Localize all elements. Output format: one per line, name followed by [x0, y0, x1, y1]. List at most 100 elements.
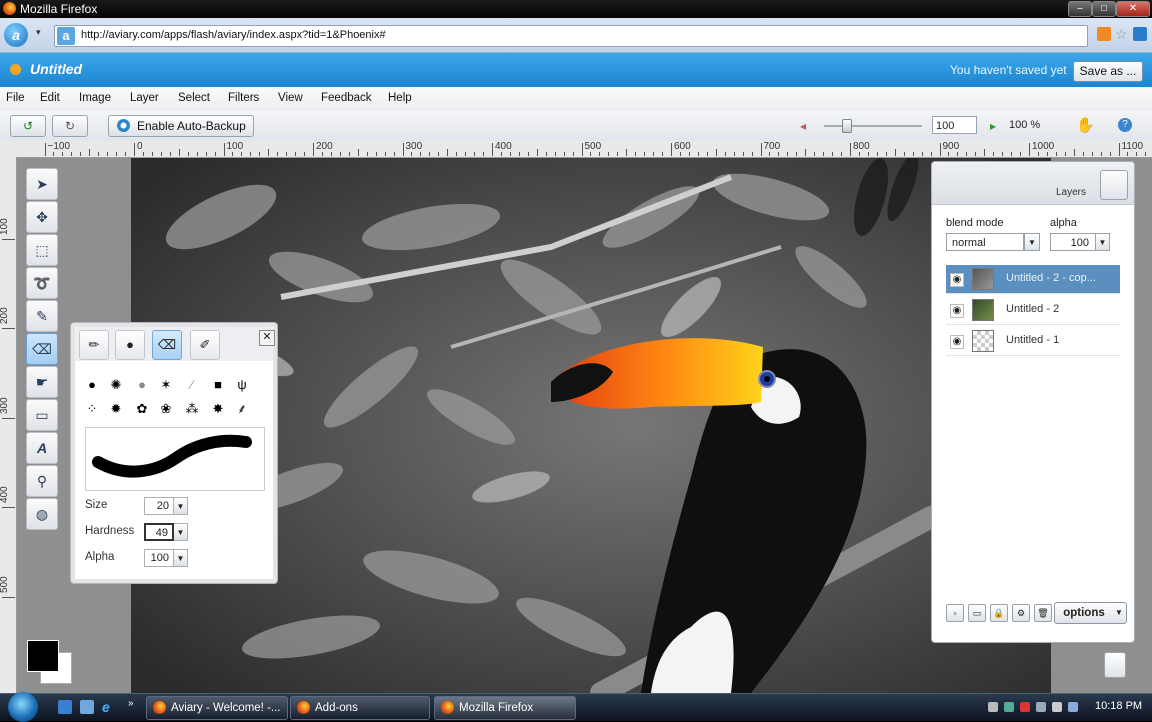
brush-shape-flower[interactable]: ✿	[133, 401, 151, 417]
brush-shape-soft[interactable]: ●	[133, 377, 151, 393]
back-icon[interactable]: a	[4, 23, 28, 47]
eye-icon[interactable]: ◉	[950, 304, 964, 318]
bookmark-star-icon[interactable]: ☆	[1115, 27, 1129, 41]
show-desktop-icon[interactable]	[58, 700, 72, 714]
text-tool[interactable]: A	[26, 432, 58, 464]
maximize-button[interactable]: □	[1092, 1, 1116, 17]
brush-tab-custom[interactable]: ✐	[190, 330, 220, 360]
eye-icon[interactable]: ◉	[950, 335, 964, 349]
brush-shape-ring[interactable]: ✹	[107, 401, 125, 417]
zoom-input[interactable]: 100	[932, 116, 977, 134]
undo-button[interactable]: ↺	[10, 115, 46, 137]
brush-panel-close-button[interactable]: ✕	[259, 330, 275, 346]
zoom-tool[interactable]: ⚲	[26, 465, 58, 497]
tray-network-icon[interactable]	[988, 702, 998, 712]
info-icon[interactable]	[1133, 27, 1147, 41]
move-tool[interactable]: ✥	[26, 201, 58, 233]
url-text[interactable]: http://aviary.com/apps/flash/aviary/inde…	[81, 29, 386, 41]
blend-mode-select[interactable]: normal	[946, 233, 1024, 251]
layer-alpha-dropdown[interactable]: ▼	[1096, 233, 1110, 251]
brush-shape-hard[interactable]: ●	[83, 377, 101, 393]
zoom-out-icon[interactable]: ◂	[800, 119, 806, 133]
layers-panel-toggle[interactable]	[1100, 170, 1128, 200]
auto-backup-button[interactable]: Enable Auto-Backup	[108, 115, 254, 137]
hardness-input[interactable]: 49	[144, 523, 174, 541]
brush-shape-stroke[interactable]: ⁄	[183, 377, 201, 393]
zoom-slider-track[interactable]	[824, 125, 922, 127]
delete-layer-button[interactable]: 🗑	[1034, 604, 1052, 622]
menu-feedback[interactable]: Feedback	[321, 92, 372, 104]
menu-layer[interactable]: Layer	[130, 92, 159, 104]
smudge-tool[interactable]: ☛	[26, 366, 58, 398]
lock-layer-button[interactable]: 🔒	[990, 604, 1008, 622]
lasso-tool[interactable]: ➰	[26, 267, 58, 299]
layer-fx-button[interactable]: ⚙	[1012, 604, 1030, 622]
eye-icon[interactable]: ◉	[950, 273, 964, 287]
paint-bucket-tool[interactable]: ◍	[26, 498, 58, 530]
layer-options-dropdown[interactable]: ▼	[1112, 602, 1127, 624]
alpha-input[interactable]: 100	[144, 549, 174, 567]
layer-alpha-input[interactable]: 100	[1050, 233, 1096, 251]
foreground-color-swatch[interactable]	[27, 640, 59, 672]
help-icon[interactable]: ?	[1118, 118, 1132, 132]
layer-row[interactable]: ◉ Untitled - 1	[946, 327, 1120, 356]
url-bar[interactable]: a http://aviary.com/apps/flash/aviary/in…	[54, 25, 1088, 47]
tray-power-icon[interactable]	[1052, 702, 1062, 712]
tray-antivirus-icon[interactable]	[1020, 702, 1030, 712]
menu-help[interactable]: Help	[388, 92, 412, 104]
history-panel-toggle[interactable]	[1104, 652, 1126, 678]
menu-view[interactable]: View	[278, 92, 303, 104]
quicklaunch-more-icon[interactable]: »	[128, 698, 134, 709]
history-dropdown-icon[interactable]: ▾	[36, 27, 41, 38]
brush-shape-splatter[interactable]: ✺	[107, 377, 125, 393]
redo-button[interactable]: ↻	[52, 115, 88, 137]
internet-explorer-icon[interactable]: e	[102, 700, 116, 714]
new-layer-button[interactable]: ▫	[946, 604, 964, 622]
blend-mode-dropdown[interactable]: ▼	[1024, 233, 1040, 251]
brush-tab-brush[interactable]: ●	[115, 330, 145, 360]
menu-file[interactable]: File	[6, 92, 25, 104]
brush-tool[interactable]: ✎	[26, 300, 58, 332]
brush-shape-star[interactable]: ✶	[157, 377, 175, 393]
hand-icon[interactable]: ✋	[1076, 116, 1095, 134]
menu-select[interactable]: Select	[178, 92, 210, 104]
pointer-tool[interactable]: ➤	[26, 168, 58, 200]
brush-shape-square[interactable]: ■	[209, 377, 227, 393]
layer-options-button[interactable]: options	[1054, 602, 1114, 624]
tray-display-icon[interactable]	[1068, 702, 1078, 712]
layer-row[interactable]: ◉ Untitled - 2	[946, 296, 1120, 325]
menu-image[interactable]: Image	[79, 92, 111, 104]
brush-tab-eraser[interactable]: ⌫	[152, 330, 182, 360]
brush-tab-pencil[interactable]: ✏	[79, 330, 109, 360]
start-button[interactable]	[8, 692, 38, 722]
minimize-button[interactable]: –	[1068, 1, 1092, 17]
brush-shape-clover[interactable]: ❀	[157, 401, 175, 417]
close-window-button[interactable]: ✕	[1116, 1, 1150, 17]
eraser-tool[interactable]: ⌫	[26, 333, 58, 365]
tray-app-icon[interactable]	[1004, 702, 1014, 712]
layer-row[interactable]: ◉ Untitled - 2 - cop...	[946, 265, 1120, 294]
brush-shape-dots[interactable]: ⁘	[83, 401, 101, 417]
task-mozilla-firefox[interactable]: Mozilla Firefox	[434, 696, 576, 720]
hardness-dropdown[interactable]: ▼	[174, 523, 188, 541]
brush-shape-grass[interactable]: ψ	[233, 377, 251, 393]
menu-edit[interactable]: Edit	[40, 92, 60, 104]
size-dropdown[interactable]: ▼	[174, 497, 188, 515]
alpha-dropdown[interactable]: ▼	[174, 549, 188, 567]
tray-volume-icon[interactable]	[1036, 702, 1046, 712]
menu-filters[interactable]: Filters	[228, 92, 259, 104]
size-input[interactable]: 20	[144, 497, 174, 515]
rss-icon[interactable]	[1097, 27, 1111, 41]
marquee-tool[interactable]: ⬚	[26, 234, 58, 266]
brush-shape-blob[interactable]: ✸	[209, 401, 227, 417]
save-as-button[interactable]: Save as ...	[1073, 61, 1143, 82]
brush-shape-sprig[interactable]: ⸙	[233, 401, 251, 417]
zoom-slider-thumb[interactable]	[842, 119, 852, 133]
switch-windows-icon[interactable]	[80, 700, 94, 714]
zoom-in-icon[interactable]: ▸	[990, 119, 996, 133]
task-aviary-welcome[interactable]: Aviary - Welcome! -...	[146, 696, 288, 720]
shape-tool[interactable]: ▭	[26, 399, 58, 431]
duplicate-layer-button[interactable]: ▭	[968, 604, 986, 622]
brush-shape-scatter[interactable]: ⁂	[183, 401, 201, 417]
site-identity-icon[interactable]: a	[57, 27, 75, 45]
